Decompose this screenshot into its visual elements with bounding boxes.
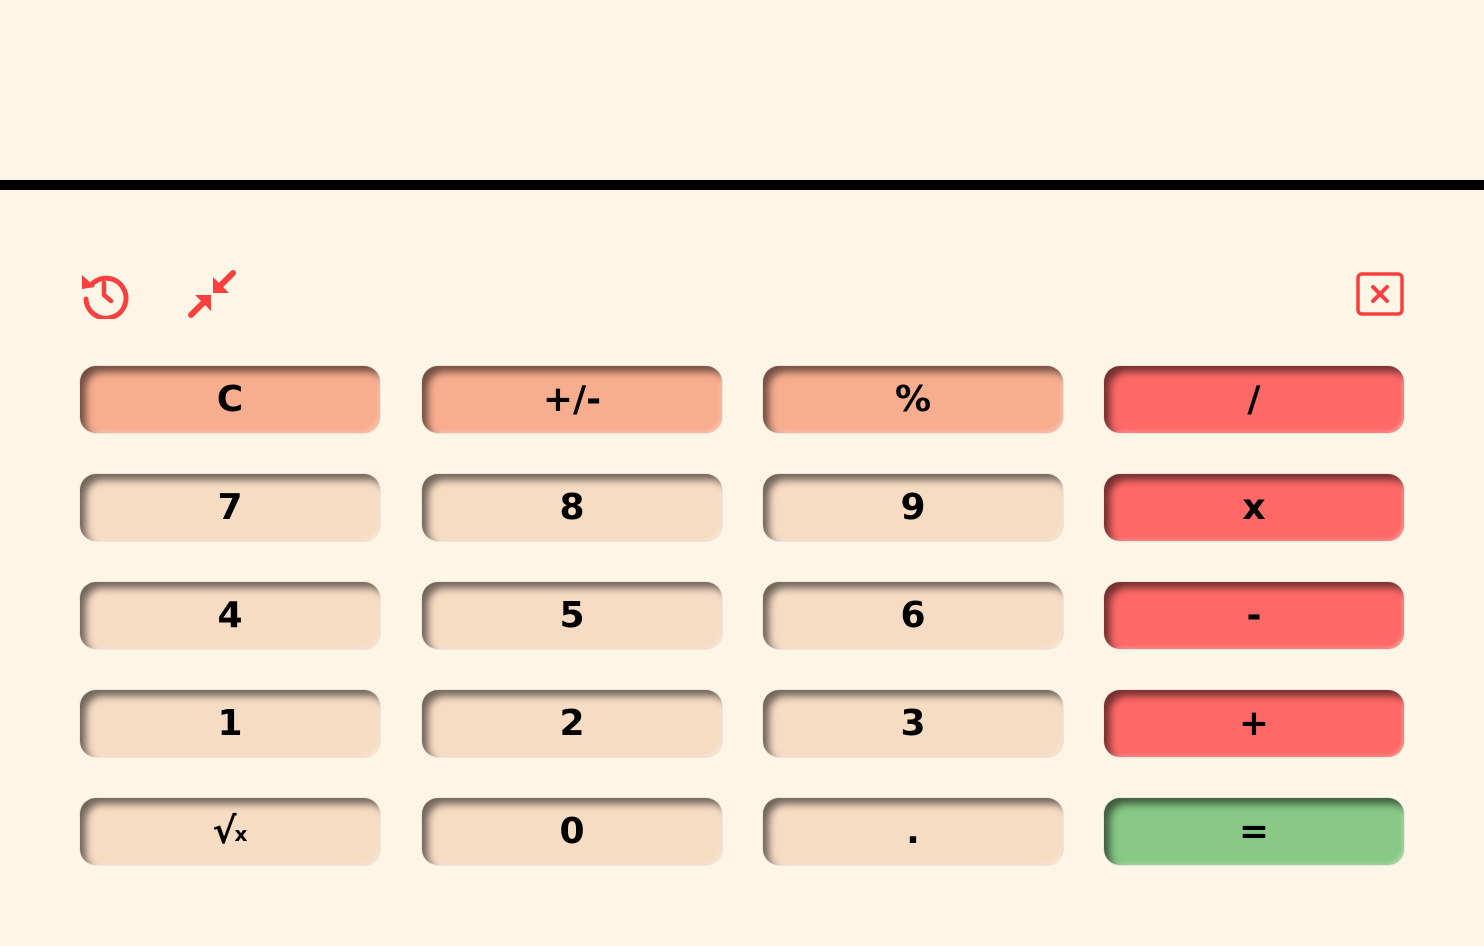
digit-0-button[interactable]: 0 — [422, 798, 722, 865]
decimal-button[interactable]: . — [763, 798, 1063, 865]
sqrt-symbol: √ — [212, 811, 237, 852]
digit-8-button[interactable]: 8 — [422, 474, 722, 541]
square-root-icon: √ x — [213, 811, 248, 852]
digit-1-button[interactable]: 1 — [80, 690, 380, 757]
percent-button[interactable]: % — [763, 366, 1063, 433]
clear-button[interactable]: C — [80, 366, 380, 433]
collapse-arrows-icon — [188, 270, 236, 318]
digit-4-button[interactable]: 4 — [80, 582, 380, 649]
divide-button[interactable]: / — [1104, 366, 1404, 433]
sqrt-variable: x — [234, 822, 248, 846]
digit-9-button[interactable]: 9 — [763, 474, 1063, 541]
subtract-button[interactable]: - — [1104, 582, 1404, 649]
digit-7-button[interactable]: 7 — [80, 474, 380, 541]
clear-entry-button[interactable] — [1355, 269, 1405, 319]
collapse-button[interactable] — [187, 269, 237, 319]
keypad: C +/- % / 7 8 9 x 4 5 6 - 1 2 3 + √ x 0 .… — [80, 366, 1404, 866]
digit-6-button[interactable]: 6 — [763, 582, 1063, 649]
square-root-button[interactable]: √ x — [80, 798, 380, 865]
equals-button[interactable]: = — [1104, 798, 1404, 865]
history-button[interactable] — [79, 269, 129, 319]
digit-2-button[interactable]: 2 — [422, 690, 722, 757]
digit-5-button[interactable]: 5 — [422, 582, 722, 649]
close-box-icon — [1356, 272, 1404, 316]
multiply-button[interactable]: x — [1104, 474, 1404, 541]
display-divider — [0, 180, 1484, 190]
history-icon — [82, 275, 129, 319]
negate-button[interactable]: +/- — [422, 366, 722, 433]
digit-3-button[interactable]: 3 — [763, 690, 1063, 757]
add-button[interactable]: + — [1104, 690, 1404, 757]
calculator-display — [0, 0, 1484, 180]
